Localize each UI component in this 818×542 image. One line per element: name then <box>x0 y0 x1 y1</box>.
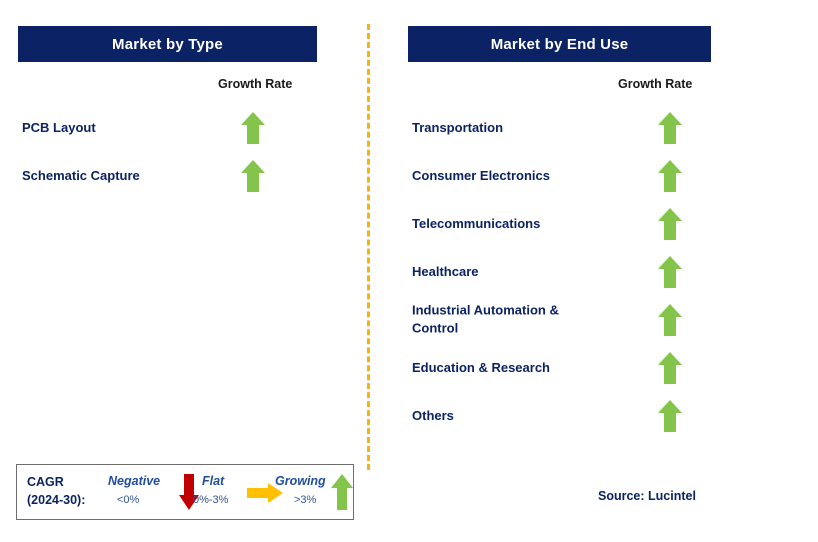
arrow-up-green-icon <box>657 207 683 241</box>
source-note: Source: Lucintel <box>598 489 696 503</box>
row-label: Consumer Electronics <box>412 167 550 183</box>
list-item: Industrial Automation & Control <box>0 296 818 344</box>
row-label: Others <box>412 407 454 423</box>
infographic-canvas: Market by Type Growth Rate PCB Layout Sc… <box>0 0 818 542</box>
legend-range-negative: <0% <box>117 494 140 506</box>
row-label: Transportation <box>412 119 504 135</box>
panel-title-market-by-type: Market by Type <box>18 26 317 62</box>
list-item: Education & Research <box>0 344 818 392</box>
arrow-up-green-icon <box>330 473 354 516</box>
arrow-up-green-icon <box>657 399 683 433</box>
cagr-legend: CAGR (2024-30): Negative <0% Flat 0%-3% … <box>16 464 354 520</box>
list-item: Consumer Electronics <box>0 152 818 200</box>
growth-rate-column-header-left: Growth Rate <box>218 77 293 91</box>
arrow-up-green-icon <box>657 255 683 289</box>
panel-title-market-by-end-use: Market by End Use <box>408 26 711 62</box>
arrow-up-green-icon <box>657 111 683 145</box>
list-item: Others <box>0 392 818 440</box>
row-label: Education & Research <box>412 359 550 375</box>
row-label: Healthcare <box>412 263 479 279</box>
arrow-up-green-icon <box>657 303 683 337</box>
legend-term-flat: Flat <box>202 474 225 488</box>
legend-term-negative: Negative <box>108 474 161 488</box>
legend-cagr-label: CAGR (2024-30): <box>27 475 86 507</box>
list-item: Healthcare <box>0 248 818 296</box>
legend-range-growing: >3% <box>294 494 317 506</box>
legend-range-flat: 0%-3% <box>193 494 229 506</box>
row-label: Telecommunications <box>412 215 541 231</box>
row-label: Industrial Automation & Control <box>412 302 559 336</box>
legend-term-growing: Growing <box>275 474 326 488</box>
row-list-market-by-end-use: Transportation Consumer Electronics Tele… <box>0 104 818 440</box>
list-item: Transportation <box>0 104 818 152</box>
growth-rate-column-header-right: Growth Rate <box>618 77 693 91</box>
list-item: Telecommunications <box>0 200 818 248</box>
arrow-up-green-icon <box>657 351 683 385</box>
arrow-up-green-icon <box>657 159 683 193</box>
